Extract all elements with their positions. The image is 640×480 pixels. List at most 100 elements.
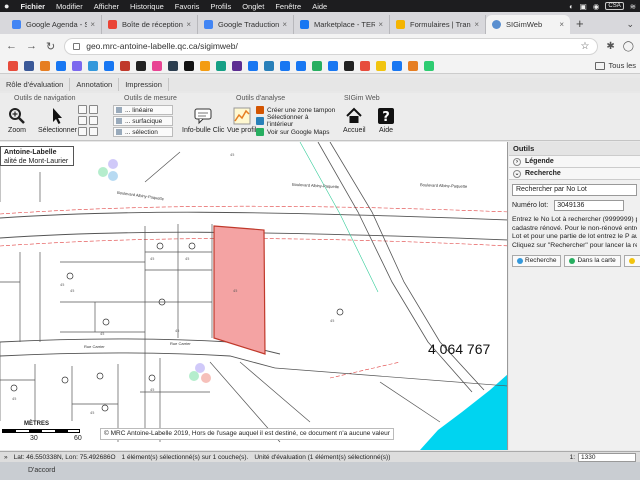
search-mode-select[interactable]: Rechercher par No Lot [512, 184, 637, 196]
menu-historique[interactable]: Historique [130, 2, 164, 11]
tab-gmail[interactable]: Boîte de réception | × [102, 15, 198, 34]
profile-icon[interactable]: ◯ [623, 41, 634, 52]
menu-onglet[interactable]: Onglet [242, 2, 264, 11]
bookmark-icon[interactable] [184, 60, 194, 71]
search-section[interactable]: ⌄ Recherche [509, 168, 640, 180]
menu-favoris[interactable]: Favoris [175, 2, 200, 11]
tab-google-agenda[interactable]: Google Agenda - Se × [6, 15, 102, 34]
close-icon[interactable]: × [90, 20, 95, 29]
bookmark-icon[interactable] [392, 60, 402, 71]
menu-impression[interactable]: Impression [119, 78, 169, 91]
scale-input[interactable]: 1330 [578, 452, 636, 462]
measure-area-button[interactable]: ... surfacique [113, 116, 173, 126]
bookmark-icon[interactable] [232, 60, 242, 71]
measure-linear-button[interactable]: ... linéaire [113, 105, 173, 115]
bookmark-icon[interactable] [360, 60, 370, 71]
bookmark-icon[interactable] [216, 60, 226, 71]
road-outline [0, 211, 507, 221]
bookmark-star-icon[interactable]: ☆ [580, 41, 589, 52]
next-button[interactable] [623, 255, 640, 267]
select-inside-button[interactable]: Sélectionner à l'intérieur [256, 114, 336, 128]
close-icon[interactable]: × [282, 20, 287, 29]
bookmark-icon[interactable] [296, 60, 306, 71]
svg-text:?: ? [382, 110, 390, 125]
new-tab-button[interactable]: + [576, 16, 584, 31]
close-icon[interactable]: × [186, 20, 191, 29]
google-maps-button[interactable]: Voir sur Google Maps [256, 127, 336, 137]
bookmark-icon[interactable] [152, 60, 162, 71]
search-button[interactable]: Recherche [512, 255, 562, 267]
bookmark-icon[interactable] [40, 60, 50, 71]
address-bar[interactable]: geo.mrc-antoine-labelle.qc.ca/sigimweb/ … [64, 37, 599, 55]
status-icon[interactable]: ▣ [580, 2, 587, 11]
menu-annotation[interactable]: Annotation [70, 78, 120, 91]
bookmark-icon[interactable] [344, 60, 354, 71]
status-icon[interactable]: ◐ [569, 2, 574, 11]
close-icon[interactable]: × [474, 20, 479, 29]
all-bookmarks[interactable]: Tous les [595, 61, 640, 70]
next-view-icon[interactable] [89, 127, 98, 136]
bookmark-icon[interactable] [72, 60, 82, 71]
bookmark-icon[interactable] [56, 60, 66, 71]
bookmark-icon[interactable] [24, 60, 34, 71]
menu-modifier[interactable]: Modifier [56, 2, 83, 11]
measure-selection-button[interactable]: ... sélection [113, 127, 173, 137]
bookmark-icon[interactable] [408, 60, 418, 71]
road-label: Rue Carrier [170, 341, 191, 346]
bookmark-icon[interactable] [312, 60, 322, 71]
in-map-button[interactable]: Dans la carte [564, 255, 621, 267]
reload-icon[interactable]: ↻ [46, 40, 55, 53]
lot-number-input[interactable]: 3049136 [554, 200, 625, 211]
bookmark-icon[interactable] [376, 60, 386, 71]
status-icon[interactable]: ◉ [593, 2, 600, 11]
zoom-extent-icon[interactable] [89, 116, 98, 125]
close-icon[interactable]: × [559, 20, 564, 29]
site-info-icon[interactable] [73, 42, 81, 50]
bookmark-icon[interactable] [8, 60, 18, 71]
tab-sigimweb[interactable]: SIGimWeb × [486, 15, 570, 34]
bookmark-icon[interactable] [280, 60, 290, 71]
bookmark-icon[interactable] [200, 60, 210, 71]
menu-fenetre[interactable]: Fenêtre [275, 2, 301, 11]
menu-fichier[interactable]: Fichier [20, 2, 45, 11]
hand-pan-icon[interactable] [78, 105, 87, 114]
tab-formulaires[interactable]: Formulaires | Transa× [390, 15, 486, 34]
bookmark-icon[interactable] [136, 60, 146, 71]
bookmark-icon[interactable] [424, 60, 434, 71]
apple-icon[interactable]: ● [4, 1, 9, 11]
expand-icon[interactable]: » [4, 454, 8, 461]
select-button[interactable]: Sélectionner [38, 107, 77, 134]
zoom-out-icon[interactable] [78, 116, 87, 125]
wifi-icon[interactable]: ≋ [630, 2, 636, 11]
bookmark-icon[interactable] [104, 60, 114, 71]
map-view[interactable]: 45 45 45 45 45 45 45 45 45 45 45 45 Boulevard Alb… [0, 142, 508, 450]
menu-afficher[interactable]: Afficher [94, 2, 119, 11]
bookmark-icon[interactable] [88, 60, 98, 71]
help-button[interactable]: ? Aide [377, 107, 395, 134]
close-icon[interactable]: × [378, 20, 383, 29]
tab-google-traduction[interactable]: Google Traduction × [198, 15, 294, 34]
menu-role-evaluation[interactable]: Rôle d'évaluation [0, 78, 71, 91]
keyboard-input-badge[interactable]: CSA [605, 2, 624, 10]
bookmark-icon[interactable] [248, 60, 258, 71]
menu-profils[interactable]: Profils [210, 2, 231, 11]
home-button[interactable]: Accueil [343, 107, 366, 134]
extensions-icon[interactable]: ✱ [606, 41, 614, 52]
tab-list-chevron-icon[interactable]: ⌄ [626, 19, 634, 30]
cadastral-map[interactable]: 45 45 45 45 45 45 45 45 45 45 45 45 [0, 142, 508, 450]
bookmark-icon[interactable] [328, 60, 338, 71]
menu-aide[interactable]: Aide [312, 2, 327, 11]
bookmark-icon[interactable] [168, 60, 178, 71]
profile-view-button[interactable]: Vue profil [227, 107, 256, 134]
tab-marketplace[interactable]: Marketplace - TERR × [294, 15, 390, 34]
legend-section[interactable]: › Légende [509, 156, 640, 168]
bookmark-icon[interactable] [264, 60, 274, 71]
info-bulle-button[interactable]: Info-bulle Clic [182, 107, 224, 134]
url-text[interactable]: geo.mrc-antoine-labelle.qc.ca/sigimweb/ [86, 41, 238, 51]
back-arrow-icon[interactable]: ← [6, 40, 17, 52]
zoom-button[interactable]: Zoom [8, 107, 26, 134]
previous-view-icon[interactable] [78, 127, 87, 136]
bookmark-icon[interactable] [120, 60, 130, 71]
forward-arrow-icon[interactable]: → [26, 40, 37, 52]
zoom-in-icon[interactable] [89, 105, 98, 114]
